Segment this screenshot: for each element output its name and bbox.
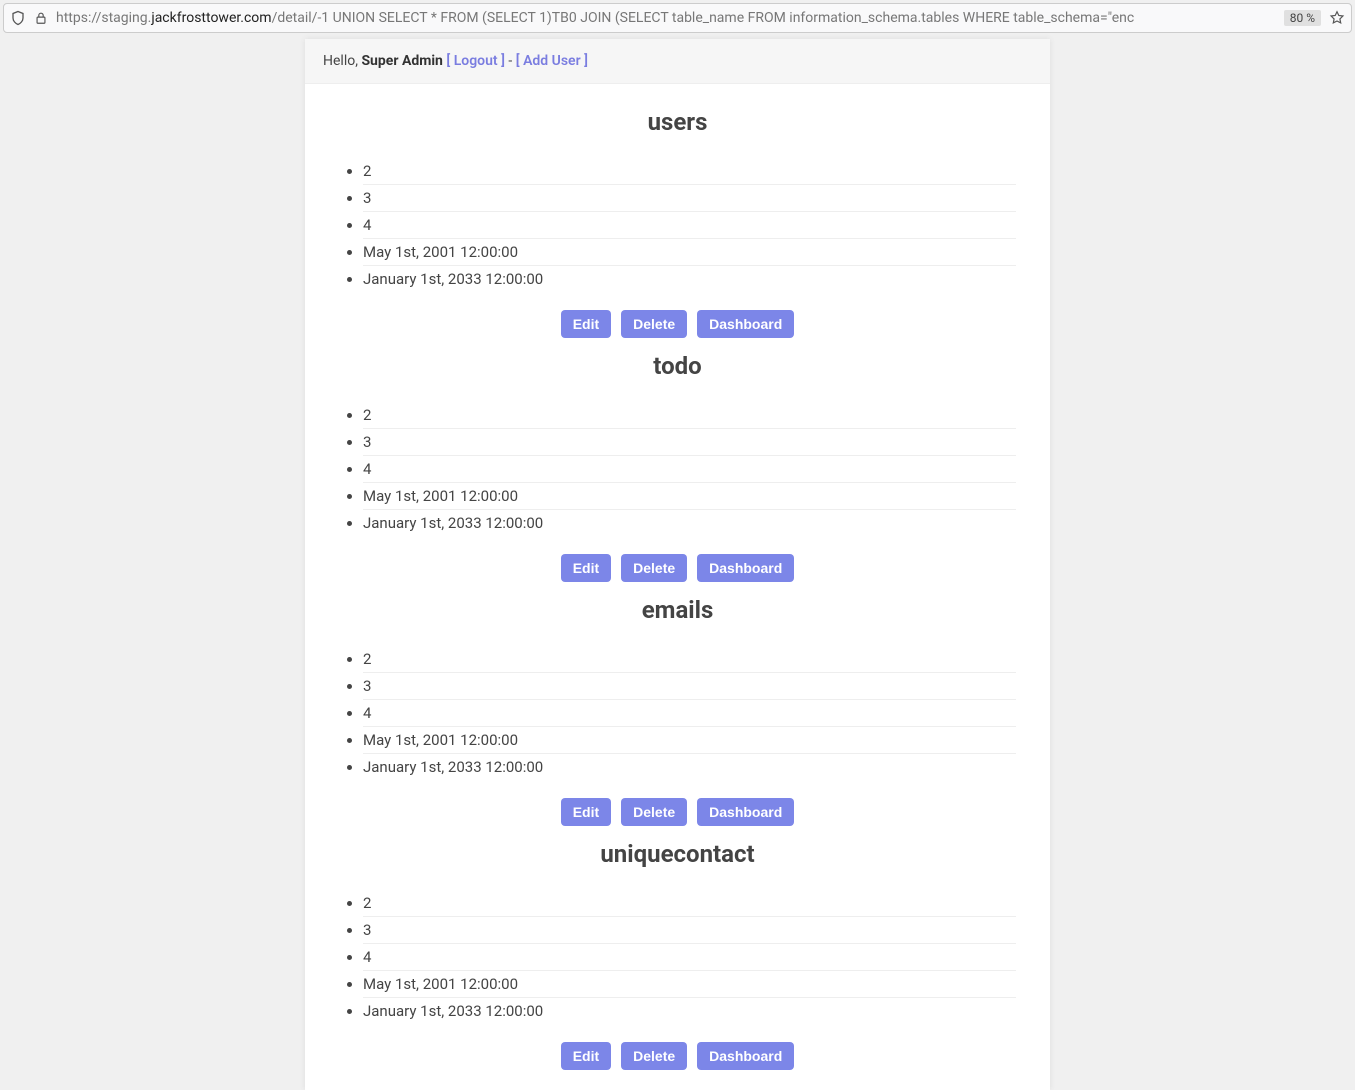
zoom-badge[interactable]: 80 %: [1284, 10, 1321, 26]
delete-button[interactable]: Delete: [621, 310, 687, 338]
edit-button[interactable]: Edit: [561, 1042, 611, 1070]
dashboard-button[interactable]: Dashboard: [697, 798, 794, 826]
page-container: Hello, Super Admin [ Logout ] - [ Add Us…: [305, 39, 1050, 1090]
button-row: Edit Delete Dashboard: [339, 798, 1016, 826]
list-item: 2: [363, 890, 1016, 917]
section-title-uniquecontact: uniquecontact: [339, 840, 1016, 868]
edit-button[interactable]: Edit: [561, 310, 611, 338]
list-uniquecontact: 2 3 4 May 1st, 2001 12:00:00 January 1st…: [339, 890, 1016, 1024]
page-header: Hello, Super Admin [ Logout ] - [ Add Us…: [305, 39, 1050, 84]
logout-link[interactable]: [ Logout ]: [446, 53, 505, 69]
button-row: Edit Delete Dashboard: [339, 310, 1016, 338]
edit-button[interactable]: Edit: [561, 554, 611, 582]
list-item: 2: [363, 402, 1016, 429]
list-item: 4: [363, 212, 1016, 239]
button-row: Edit Delete Dashboard: [339, 554, 1016, 582]
list-item: January 1st, 2033 12:00:00: [363, 998, 1016, 1024]
header-separator: -: [505, 53, 516, 69]
list-item: 4: [363, 700, 1016, 727]
list-item: 2: [363, 158, 1016, 185]
lock-icon: [34, 11, 48, 25]
list-item: 2: [363, 646, 1016, 673]
list-item: May 1st, 2001 12:00:00: [363, 483, 1016, 510]
list-item: 3: [363, 917, 1016, 944]
browser-address-bar: https://staging.jackfrosttower.com/detai…: [3, 3, 1352, 33]
add-user-link[interactable]: [ Add User ]: [516, 53, 588, 69]
list-item: January 1st, 2033 12:00:00: [363, 266, 1016, 292]
dashboard-button[interactable]: Dashboard: [697, 310, 794, 338]
delete-button[interactable]: Delete: [621, 798, 687, 826]
section-title-users: users: [339, 108, 1016, 136]
delete-button[interactable]: Delete: [621, 1042, 687, 1070]
url-path: /detail/-1 UNION SELECT * FROM (SELECT 1…: [272, 10, 1135, 26]
list-emails: 2 3 4 May 1st, 2001 12:00:00 January 1st…: [339, 646, 1016, 780]
list-item: January 1st, 2033 12:00:00: [363, 510, 1016, 536]
list-todo: 2 3 4 May 1st, 2001 12:00:00 January 1st…: [339, 402, 1016, 536]
list-item: 3: [363, 673, 1016, 700]
list-item: May 1st, 2001 12:00:00: [363, 971, 1016, 998]
button-row: Edit Delete Dashboard: [339, 1042, 1016, 1070]
list-item: January 1st, 2033 12:00:00: [363, 754, 1016, 780]
list-item: 4: [363, 456, 1016, 483]
list-item: 3: [363, 429, 1016, 456]
dashboard-button[interactable]: Dashboard: [697, 1042, 794, 1070]
section-title-emails: emails: [339, 596, 1016, 624]
list-item: May 1st, 2001 12:00:00: [363, 239, 1016, 266]
page-content: users 2 3 4 May 1st, 2001 12:00:00 Janua…: [305, 84, 1050, 1090]
list-users: 2 3 4 May 1st, 2001 12:00:00 January 1st…: [339, 158, 1016, 292]
url-domain: jackfrosttower.com: [151, 10, 271, 26]
list-item: 4: [363, 944, 1016, 971]
list-item: May 1st, 2001 12:00:00: [363, 727, 1016, 754]
username: Super Admin: [361, 53, 442, 69]
list-item: 3: [363, 185, 1016, 212]
delete-button[interactable]: Delete: [621, 554, 687, 582]
url-area[interactable]: https://staging.jackfrosttower.com/detai…: [10, 10, 1276, 26]
edit-button[interactable]: Edit: [561, 798, 611, 826]
section-title-todo: todo: [339, 352, 1016, 380]
shield-icon: [10, 10, 26, 26]
greeting-prefix: Hello,: [323, 53, 361, 69]
bookmark-star-icon[interactable]: [1329, 10, 1345, 26]
url-text[interactable]: https://staging.jackfrosttower.com/detai…: [56, 10, 1276, 26]
dashboard-button[interactable]: Dashboard: [697, 554, 794, 582]
url-prefix: https://staging.: [56, 10, 151, 26]
